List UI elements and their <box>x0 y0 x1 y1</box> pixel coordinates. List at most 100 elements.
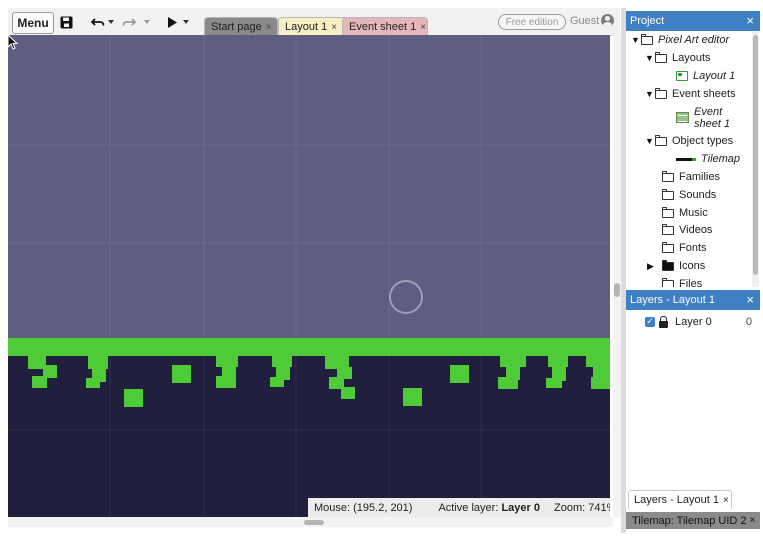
layers-list: ✓ Layer 0 0 <box>626 310 760 490</box>
scrollbar-thumb[interactable] <box>614 283 620 297</box>
undo-icon <box>91 18 105 26</box>
tree-item-root[interactable]: ▼ Pixel Art editor <box>631 33 730 46</box>
event-sheet-icon <box>676 112 689 123</box>
layout-canvas[interactable]: Mouse: (195.2, 201) Active layer: Layer … <box>8 35 610 517</box>
tree-label: Fonts <box>679 242 707 254</box>
expand-arrow-icon[interactable]: ▼ <box>645 53 655 63</box>
grass-tile <box>88 355 108 369</box>
dropdown-arrow-icon <box>108 20 114 24</box>
layer-name: Layer 0 <box>675 315 712 328</box>
tree-label: Layouts <box>672 52 711 64</box>
redo-button[interactable] <box>121 12 137 32</box>
grass-tile <box>86 378 100 388</box>
tree-label: Sounds <box>679 189 717 201</box>
tab-label: Layout 1 <box>285 21 328 33</box>
project-panel-header: Project × <box>626 11 760 31</box>
tree-label: Files <box>679 278 703 287</box>
layout-icon <box>676 71 688 81</box>
dropdown-arrow-icon <box>183 20 189 24</box>
tree-item-families[interactable]: Families <box>662 170 720 183</box>
redo-dropdown[interactable] <box>143 12 151 32</box>
close-icon[interactable]: × <box>746 13 754 28</box>
close-icon[interactable]: × <box>723 495 729 506</box>
lock-icon[interactable] <box>659 315 668 328</box>
tab-label: Event sheet 1 <box>349 21 417 33</box>
mouse-pointer-icon <box>8 35 19 50</box>
expand-arrow-icon[interactable]: ▼ <box>645 136 655 146</box>
tab-event-sheet-1[interactable]: Event sheet 1 × <box>342 17 428 36</box>
grass-tile <box>341 387 355 399</box>
layer-row[interactable]: ✓ Layer 0 0 <box>630 314 756 329</box>
folder-icon <box>662 259 674 271</box>
tree-item-sounds[interactable]: Sounds <box>662 188 717 201</box>
menu-button[interactable]: Menu <box>12 12 54 34</box>
tree-item-event-sheet-1[interactable]: Event sheet 1 <box>676 106 730 130</box>
tree-item-tilemap[interactable]: Tilemap <box>676 153 740 165</box>
mouse-position: Mouse: (195.2, 201) <box>314 501 413 514</box>
grass-tile <box>498 377 518 389</box>
scrollbar-thumb[interactable] <box>304 520 324 525</box>
grass-tile <box>216 376 236 388</box>
grass-tile <box>172 365 191 383</box>
grass-tile <box>270 377 284 387</box>
user-avatar-icon[interactable] <box>601 14 614 27</box>
top-toolbar: Menu Start page × Layout 1 × Event sheet… <box>8 8 620 36</box>
expand-arrow-icon[interactable]: ▼ <box>631 35 641 45</box>
tree-item-layouts[interactable]: ▼ Layouts <box>645 51 711 64</box>
tree-item-fonts[interactable]: Fonts <box>662 241 707 254</box>
tree-item-icons[interactable]: ▶ Icons <box>647 259 706 272</box>
scrollbar-thumb[interactable] <box>753 35 758 275</box>
tree-label: Tilemap <box>701 153 741 165</box>
layer-visible-checkbox[interactable]: ✓ <box>645 316 655 327</box>
panel-title: Layers - Layout 1 <box>630 294 715 306</box>
tree-item-layout-1[interactable]: Layout 1 <box>676 70 735 82</box>
save-button[interactable] <box>58 12 74 32</box>
grass-tile <box>272 355 292 367</box>
tree-label: Layout 1 <box>693 70 736 82</box>
tree-label: Object types <box>672 135 734 147</box>
grass-tile <box>586 355 610 367</box>
expand-arrow-icon[interactable]: ▶ <box>647 261 662 272</box>
tree-item-files[interactable]: Files <box>662 277 703 287</box>
tree-item-object-types[interactable]: ▼ Object types <box>645 134 734 147</box>
free-edition-badge[interactable]: Free edition <box>498 14 566 30</box>
close-icon[interactable]: × <box>266 22 272 33</box>
tree-item-event-sheets[interactable]: ▼ Event sheets <box>645 87 736 100</box>
tab-layout-1[interactable]: Layout 1 × <box>278 17 348 36</box>
tree-item-videos[interactable]: Videos <box>662 223 712 236</box>
tab-label: Layers - Layout 1 <box>634 494 719 506</box>
close-icon[interactable]: × <box>420 22 426 33</box>
tab-start-page[interactable]: Start page × <box>204 17 278 36</box>
canvas-horizontal-scrollbar[interactable] <box>8 517 613 527</box>
user-label[interactable]: Guest <box>570 15 599 27</box>
undo-dropdown[interactable] <box>107 12 115 32</box>
grass-tile <box>32 376 47 388</box>
play-icon <box>167 16 177 28</box>
tilemap-scene <box>8 35 610 517</box>
folder-icon <box>662 206 674 218</box>
tree-label: Event sheets <box>672 88 736 100</box>
preview-button[interactable] <box>166 12 178 32</box>
close-icon[interactable]: × <box>750 515 756 526</box>
folder-icon <box>641 33 653 45</box>
grass-tile <box>403 388 422 406</box>
tree-label: Icons <box>679 260 706 272</box>
tree-label: Families <box>679 171 720 183</box>
expand-arrow-icon[interactable]: ▼ <box>645 89 655 99</box>
undo-button[interactable] <box>90 12 106 32</box>
close-icon[interactable]: × <box>746 292 754 307</box>
tab-tilemap[interactable]: Tilemap: Tilemap UID 2 × <box>626 512 760 529</box>
tab-layers-layout-1[interactable]: Layers - Layout 1 × <box>628 490 732 509</box>
tree-item-music[interactable]: Music <box>662 206 708 219</box>
tree-label: Pixel Art editor <box>658 34 730 46</box>
folder-icon <box>655 87 667 99</box>
tree-label: Music <box>679 207 708 219</box>
close-icon[interactable]: × <box>331 22 337 33</box>
zoom-level: Zoom: 741% <box>553 501 610 514</box>
grass-tile <box>548 355 568 367</box>
active-layer: Active layer: Layer 0 <box>438 501 540 514</box>
canvas-vertical-scrollbar[interactable] <box>613 35 621 517</box>
folder-icon <box>655 51 667 63</box>
project-tree-scrollbar[interactable] <box>752 31 759 287</box>
preview-dropdown[interactable] <box>182 12 190 32</box>
